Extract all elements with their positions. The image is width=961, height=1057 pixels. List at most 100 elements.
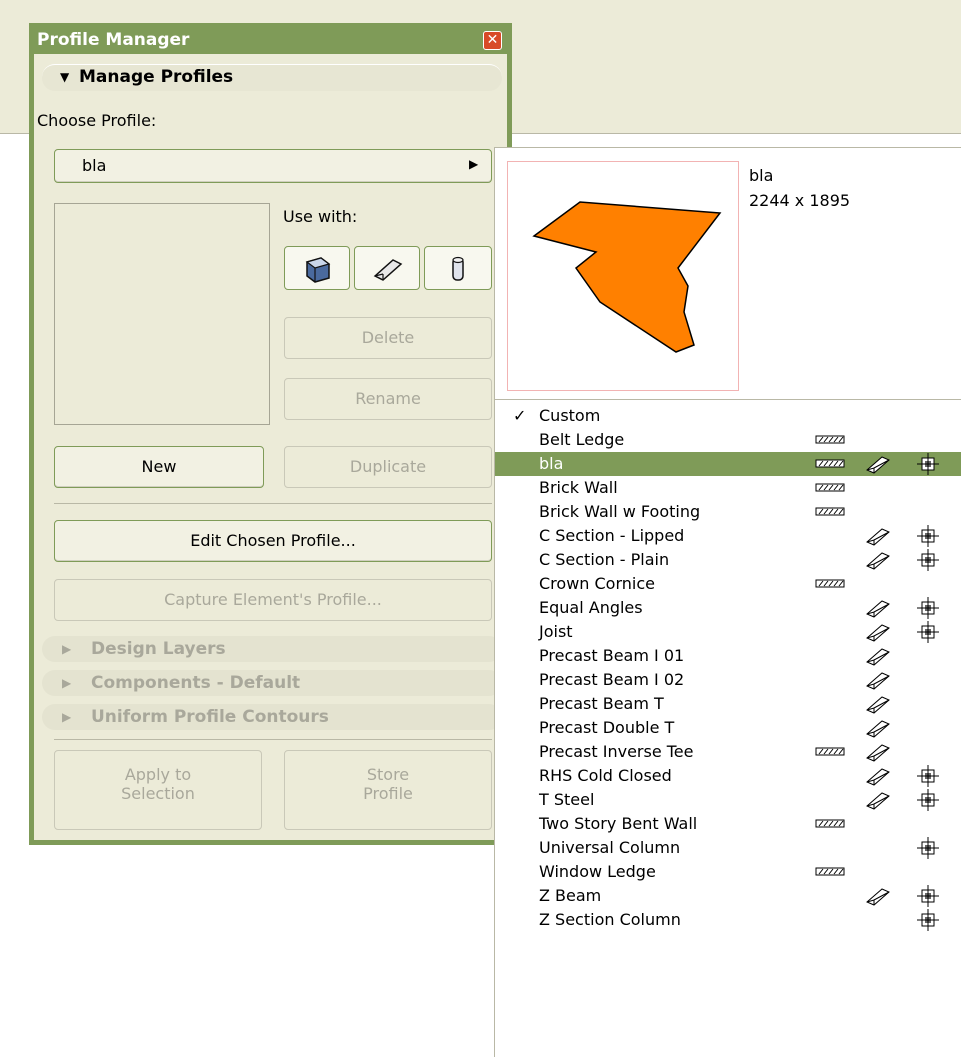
divider bbox=[495, 399, 961, 400]
store-line-1: Store bbox=[366, 765, 410, 784]
profile-list-item[interactable]: Z Section Column bbox=[495, 908, 961, 932]
beam-icon bbox=[866, 648, 890, 666]
palette-titlebar[interactable]: Profile Manager ✕ bbox=[34, 28, 507, 54]
column-toggle-button[interactable] bbox=[424, 246, 492, 290]
apply-line-1: Apply to bbox=[124, 765, 192, 784]
column-icon bbox=[917, 453, 939, 475]
apply-to-selection-button[interactable]: Apply to Selection bbox=[54, 750, 262, 830]
profile-list-item[interactable]: RHS Cold Closed bbox=[495, 764, 961, 788]
profile-list-item-label: C Section - Lipped bbox=[539, 526, 685, 545]
wall-icon bbox=[815, 819, 845, 828]
profile-list-item-label: Window Ledge bbox=[539, 862, 656, 881]
beam-icon bbox=[866, 552, 890, 570]
profile-list-item-label: Crown Cornice bbox=[539, 574, 655, 593]
beam-icon bbox=[866, 696, 890, 714]
profile-list-item-label: Brick Wall bbox=[539, 478, 618, 497]
profile-list-item[interactable]: Precast Inverse Tee bbox=[495, 740, 961, 764]
profile-list-item[interactable]: Crown Cornice bbox=[495, 572, 961, 596]
profile-list-item[interactable]: Two Story Bent Wall bbox=[495, 812, 961, 836]
triangle-right-icon: ▶ bbox=[469, 157, 479, 171]
beam-icon bbox=[866, 768, 890, 786]
column-icon bbox=[917, 885, 939, 907]
profile-list-item[interactable]: Joist bbox=[495, 620, 961, 644]
beam-icon bbox=[866, 600, 890, 618]
section-profile-contours-label: Uniform Profile Contours bbox=[91, 707, 329, 727]
profile-list-item-label: C Section - Plain bbox=[539, 550, 670, 569]
preview-profile-size: 2244 x 1895 bbox=[749, 191, 851, 210]
profile-list-item-label: T Steel bbox=[539, 790, 595, 809]
beam-icon bbox=[866, 672, 890, 690]
profile-list-item-label: bla bbox=[539, 454, 564, 473]
capture-profile-button[interactable]: Capture Element's Profile... bbox=[54, 579, 492, 621]
store-line-2: Profile bbox=[363, 784, 413, 803]
profile-list-item[interactable]: Precast Beam T bbox=[495, 692, 961, 716]
new-button[interactable]: New bbox=[54, 446, 264, 488]
choose-profile-label: Choose Profile: bbox=[37, 111, 157, 130]
profile-list-item-label: Precast Beam I 02 bbox=[539, 670, 685, 689]
profile-list-item[interactable]: Precast Beam I 01 bbox=[495, 644, 961, 668]
profile-list-item[interactable]: Precast Beam I 02 bbox=[495, 668, 961, 692]
beam-icon bbox=[866, 528, 890, 546]
delete-button[interactable]: Delete bbox=[284, 317, 492, 359]
rename-button[interactable]: Rename bbox=[284, 378, 492, 420]
profile-shape-preview bbox=[507, 161, 739, 391]
beam-toggle-button[interactable] bbox=[354, 246, 420, 290]
profile-list-item[interactable]: T Steel bbox=[495, 788, 961, 812]
profile-list-item[interactable]: Brick Wall bbox=[495, 476, 961, 500]
triangle-down-icon: ▼ bbox=[60, 70, 70, 84]
profile-list-item-label: Precast Double T bbox=[539, 718, 675, 737]
divider bbox=[54, 739, 492, 740]
profile-list-item-label: Precast Beam I 01 bbox=[539, 646, 685, 665]
column-icon bbox=[917, 837, 939, 859]
profile-list-item[interactable]: Window Ledge bbox=[495, 860, 961, 884]
profile-list-item[interactable]: Universal Column bbox=[495, 836, 961, 860]
profile-list-item[interactable]: Z Beam bbox=[495, 884, 961, 908]
section-manage-profiles-label: Manage Profiles bbox=[79, 67, 234, 87]
profile-list-item-label: RHS Cold Closed bbox=[539, 766, 672, 785]
profile-list-item-label: Custom bbox=[539, 406, 601, 425]
profile-popup-value: bla bbox=[82, 156, 107, 175]
profile-list-item[interactable]: ✓ Custom bbox=[495, 404, 961, 428]
duplicate-button[interactable]: Duplicate bbox=[284, 446, 492, 488]
profile-list-item[interactable]: Precast Double T bbox=[495, 716, 961, 740]
profile-list-item-label: Universal Column bbox=[539, 838, 681, 857]
profile-list-item[interactable]: C Section - Lipped bbox=[495, 524, 961, 548]
profile-preview-box bbox=[54, 203, 270, 425]
use-with-label: Use with: bbox=[283, 207, 358, 226]
close-icon[interactable]: ✕ bbox=[483, 31, 502, 50]
palette-title: Profile Manager bbox=[37, 30, 190, 50]
wall-icon bbox=[305, 257, 331, 283]
beam-icon bbox=[373, 259, 403, 281]
column-icon bbox=[917, 909, 939, 931]
wall-toggle-button[interactable] bbox=[284, 246, 350, 290]
wall-icon bbox=[815, 747, 845, 756]
profile-list-item[interactable]: C Section - Plain bbox=[495, 548, 961, 572]
section-design-layers-label: Design Layers bbox=[91, 639, 226, 659]
wall-icon bbox=[815, 867, 845, 876]
profile-list-item[interactable]: bla bbox=[495, 452, 961, 476]
profile-list-item-label: Two Story Bent Wall bbox=[539, 814, 698, 833]
triangle-right-icon: ▶ bbox=[62, 676, 72, 690]
column-icon bbox=[917, 621, 939, 643]
profile-list-item-label: Joist bbox=[539, 622, 573, 641]
edit-profile-button[interactable]: Edit Chosen Profile... bbox=[54, 520, 492, 562]
beam-icon bbox=[866, 456, 890, 474]
beam-icon bbox=[866, 624, 890, 642]
section-components-label: Components - Default bbox=[91, 673, 301, 693]
profile-list-item-label: Z Section Column bbox=[539, 910, 681, 929]
column-icon bbox=[917, 525, 939, 547]
profile-list-item-label: Z Beam bbox=[539, 886, 602, 905]
preview-profile-name: bla bbox=[749, 166, 774, 185]
profile-popup-button[interactable]: bla ▶ bbox=[54, 149, 492, 183]
beam-icon bbox=[866, 744, 890, 762]
profile-list-item[interactable]: Brick Wall w Footing bbox=[495, 500, 961, 524]
profile-list-item[interactable]: Equal Angles bbox=[495, 596, 961, 620]
wall-icon bbox=[815, 507, 845, 516]
column-icon bbox=[452, 256, 464, 281]
profile-list-item-label: Precast Beam T bbox=[539, 694, 664, 713]
profile-list-item[interactable]: Belt Ledge bbox=[495, 428, 961, 452]
triangle-right-icon: ▶ bbox=[62, 710, 72, 724]
store-profile-button[interactable]: Store Profile bbox=[284, 750, 492, 830]
profile-dropdown-menu: bla 2244 x 1895 ✓ Custom Belt Ledge bla Bric… bbox=[494, 147, 961, 1057]
profile-list-item-label: Belt Ledge bbox=[539, 430, 625, 449]
